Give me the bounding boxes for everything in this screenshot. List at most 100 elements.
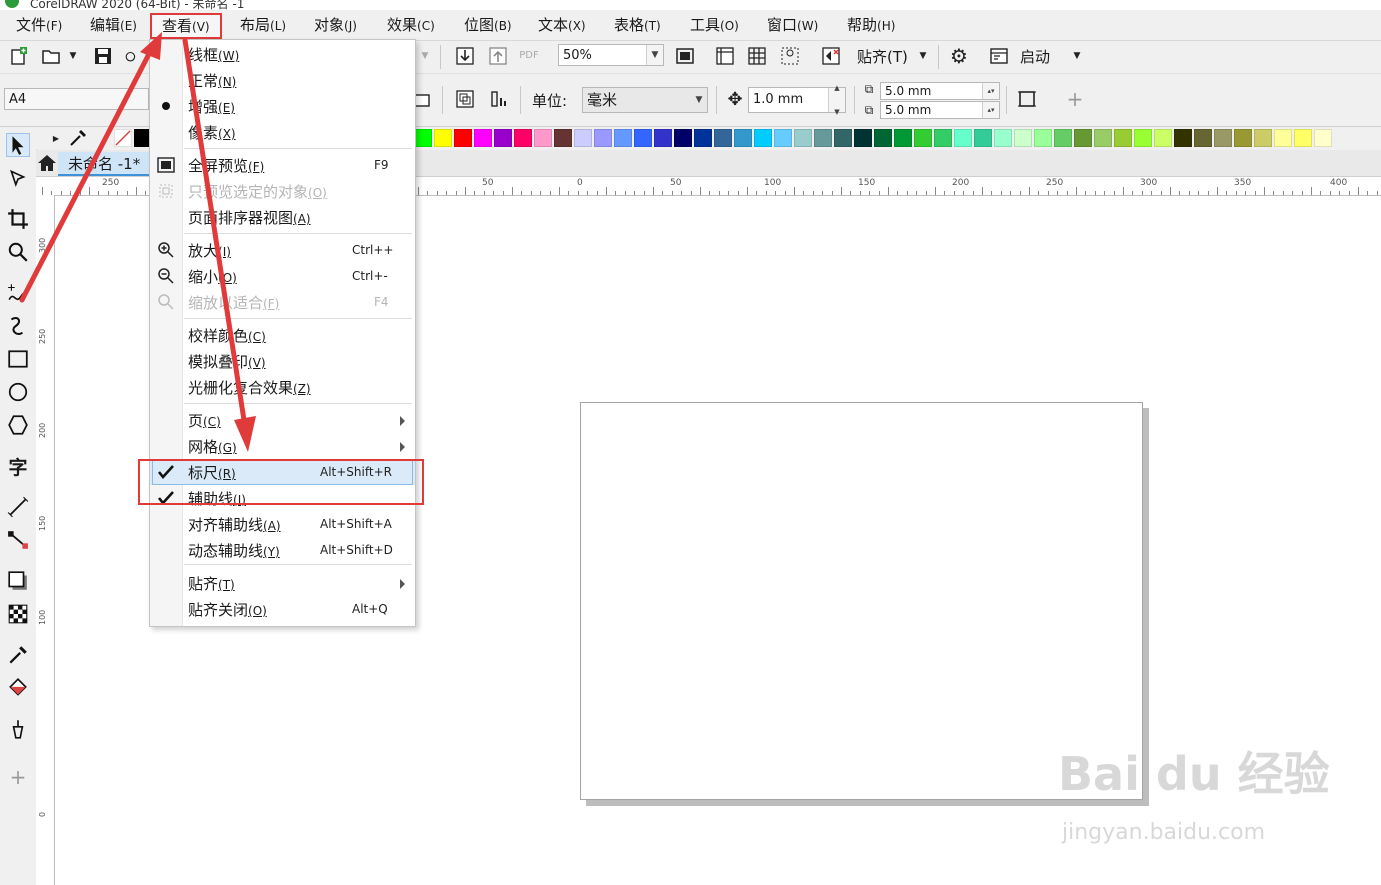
parallel-dimension-tool-icon[interactable] <box>6 495 30 519</box>
pick-tool-icon[interactable] <box>6 133 30 157</box>
all-pages-icon[interactable] <box>454 88 476 110</box>
color-swatch[interactable] <box>1254 129 1272 147</box>
show-rulers-icon[interactable] <box>714 45 736 67</box>
page-border-icon[interactable] <box>1016 88 1038 110</box>
spinner-arrows-icon[interactable]: ▲ ▼ <box>828 84 845 116</box>
menu-effects[interactable]: 效果(C) <box>385 14 437 36</box>
color-swatch[interactable] <box>674 129 692 147</box>
zoom-tool-icon[interactable] <box>6 240 30 264</box>
artistic-media-tool-icon[interactable] <box>6 314 30 338</box>
menu-edit[interactable]: 编辑(E) <box>88 14 139 36</box>
rectangle-tool-icon[interactable] <box>6 347 30 371</box>
snap-off-icon[interactable] <box>820 45 842 67</box>
color-swatch[interactable] <box>1174 129 1192 147</box>
duplicate-x-field[interactable]: 5.0 mm ▴▾ <box>880 82 1000 100</box>
spinner-arrows-icon[interactable]: ▴▾ <box>982 83 999 99</box>
document-tab[interactable]: 未命名 -1* <box>58 152 151 176</box>
full-screen-icon[interactable] <box>674 45 696 67</box>
view-menu-item[interactable]: 线框(W) <box>150 41 415 67</box>
interactive-fill-tool-icon[interactable] <box>6 676 30 700</box>
color-swatch[interactable] <box>954 129 972 147</box>
launch-dropdown-icon[interactable]: ▼ <box>1070 45 1084 67</box>
menu-layout[interactable]: 布局(L) <box>238 14 288 36</box>
view-menu-item[interactable]: 放大(I) Ctrl++ <box>150 237 415 263</box>
color-swatch[interactable] <box>874 129 892 147</box>
cloud-icon[interactable] <box>122 45 136 67</box>
color-swatch[interactable] <box>894 129 912 147</box>
view-menu-item[interactable]: 光栅化复合效果(Z) <box>150 374 415 400</box>
launch-app-icon[interactable] <box>988 45 1010 67</box>
vertical-ruler[interactable]: 300 250 200 150 100 0 <box>36 195 55 885</box>
color-swatch[interactable] <box>1314 129 1332 147</box>
color-swatch[interactable] <box>1294 129 1312 147</box>
color-swatch[interactable] <box>914 129 932 147</box>
save-icon[interactable] <box>92 45 114 67</box>
snap-to-label[interactable]: 贴齐(T) <box>857 46 908 67</box>
color-swatch[interactable] <box>854 129 872 147</box>
crop-tool-icon[interactable] <box>6 207 30 231</box>
eyedropper-tool-icon[interactable] <box>6 643 30 667</box>
ellipse-tool-icon[interactable] <box>6 380 30 404</box>
freehand-tool-icon[interactable] <box>6 281 30 305</box>
zoom-level-combo[interactable]: 50% ▼ <box>558 44 664 66</box>
smart-fill-tool-icon[interactable] <box>6 717 30 741</box>
drop-shadow-tool-icon[interactable] <box>6 569 30 593</box>
color-swatch[interactable] <box>434 129 452 147</box>
color-swatch[interactable] <box>1194 129 1212 147</box>
page-size-combo[interactable]: A4 <box>4 88 149 110</box>
menu-table[interactable]: 表格(T) <box>612 14 663 36</box>
color-swatch[interactable] <box>694 129 712 147</box>
menu-help[interactable]: 帮助(H) <box>845 14 897 36</box>
view-menu-item[interactable]: 像素(X) <box>150 119 415 145</box>
import-icon[interactable] <box>454 45 476 67</box>
view-menu-item[interactable]: 对齐辅助线(A) Alt+Shift+A <box>150 511 415 537</box>
transparency-tool-icon[interactable] <box>6 602 30 626</box>
color-swatch[interactable] <box>1014 129 1032 147</box>
open-dropdown-icon[interactable]: ▼ <box>66 45 80 67</box>
snap-dropdown-icon[interactable]: ▼ <box>916 45 930 67</box>
no-color-swatch[interactable] <box>114 129 132 147</box>
color-swatch[interactable] <box>714 129 732 147</box>
menu-view[interactable]: 查看(V) <box>150 13 222 39</box>
color-swatch[interactable] <box>734 129 752 147</box>
menu-file[interactable]: 文件(F) <box>14 14 64 36</box>
chevron-down-icon[interactable]: ▼ <box>691 88 707 112</box>
menu-bitmaps[interactable]: 位图(B) <box>462 14 514 36</box>
color-swatch[interactable] <box>534 129 552 147</box>
shape-tool-icon[interactable] <box>6 166 30 190</box>
color-swatch[interactable] <box>654 129 672 147</box>
view-menu-item[interactable]: 贴齐(T) <box>150 570 415 596</box>
color-swatch[interactable] <box>1154 129 1172 147</box>
chevron-down-icon[interactable]: ▼ <box>646 45 663 65</box>
color-swatch[interactable] <box>1034 129 1052 147</box>
eyedropper-icon[interactable] <box>68 128 88 148</box>
polygon-tool-icon[interactable] <box>6 413 30 437</box>
color-swatch[interactable] <box>494 129 512 147</box>
show-grid-icon[interactable] <box>746 45 768 67</box>
open-folder-icon[interactable] <box>40 45 62 67</box>
color-swatch[interactable] <box>974 129 992 147</box>
launch-label[interactable]: 启动 <box>1020 46 1050 67</box>
menu-text[interactable]: 文本(X) <box>536 14 588 36</box>
view-menu-item[interactable]: 正常(N) <box>150 67 415 93</box>
view-menu-item[interactable]: 增强(E) <box>150 93 415 119</box>
color-swatch[interactable] <box>574 129 592 147</box>
menu-window[interactable]: 窗口(W) <box>765 14 820 36</box>
color-swatch[interactable] <box>934 129 952 147</box>
color-swatch[interactable] <box>454 129 472 147</box>
nudge-distance-field[interactable]: 1.0 mm ▲ ▼ <box>748 84 846 116</box>
palette-scroll-icon[interactable]: ▶ <box>50 128 62 148</box>
export-icon[interactable] <box>487 45 509 67</box>
color-swatch[interactable] <box>1234 129 1252 147</box>
color-swatch[interactable] <box>554 129 572 147</box>
text-tool-icon[interactable]: 字 <box>6 454 30 479</box>
color-swatch[interactable] <box>634 129 652 147</box>
view-menu-item[interactable]: 页面排序器视图(A) <box>150 204 415 230</box>
new-document-icon[interactable] <box>8 45 30 67</box>
gear-icon[interactable]: ⚙ <box>948 44 970 68</box>
color-swatch[interactable] <box>814 129 832 147</box>
connector-tool-icon[interactable] <box>6 528 30 552</box>
color-swatch[interactable] <box>614 129 632 147</box>
color-swatch[interactable] <box>774 129 792 147</box>
color-swatch[interactable] <box>1054 129 1072 147</box>
